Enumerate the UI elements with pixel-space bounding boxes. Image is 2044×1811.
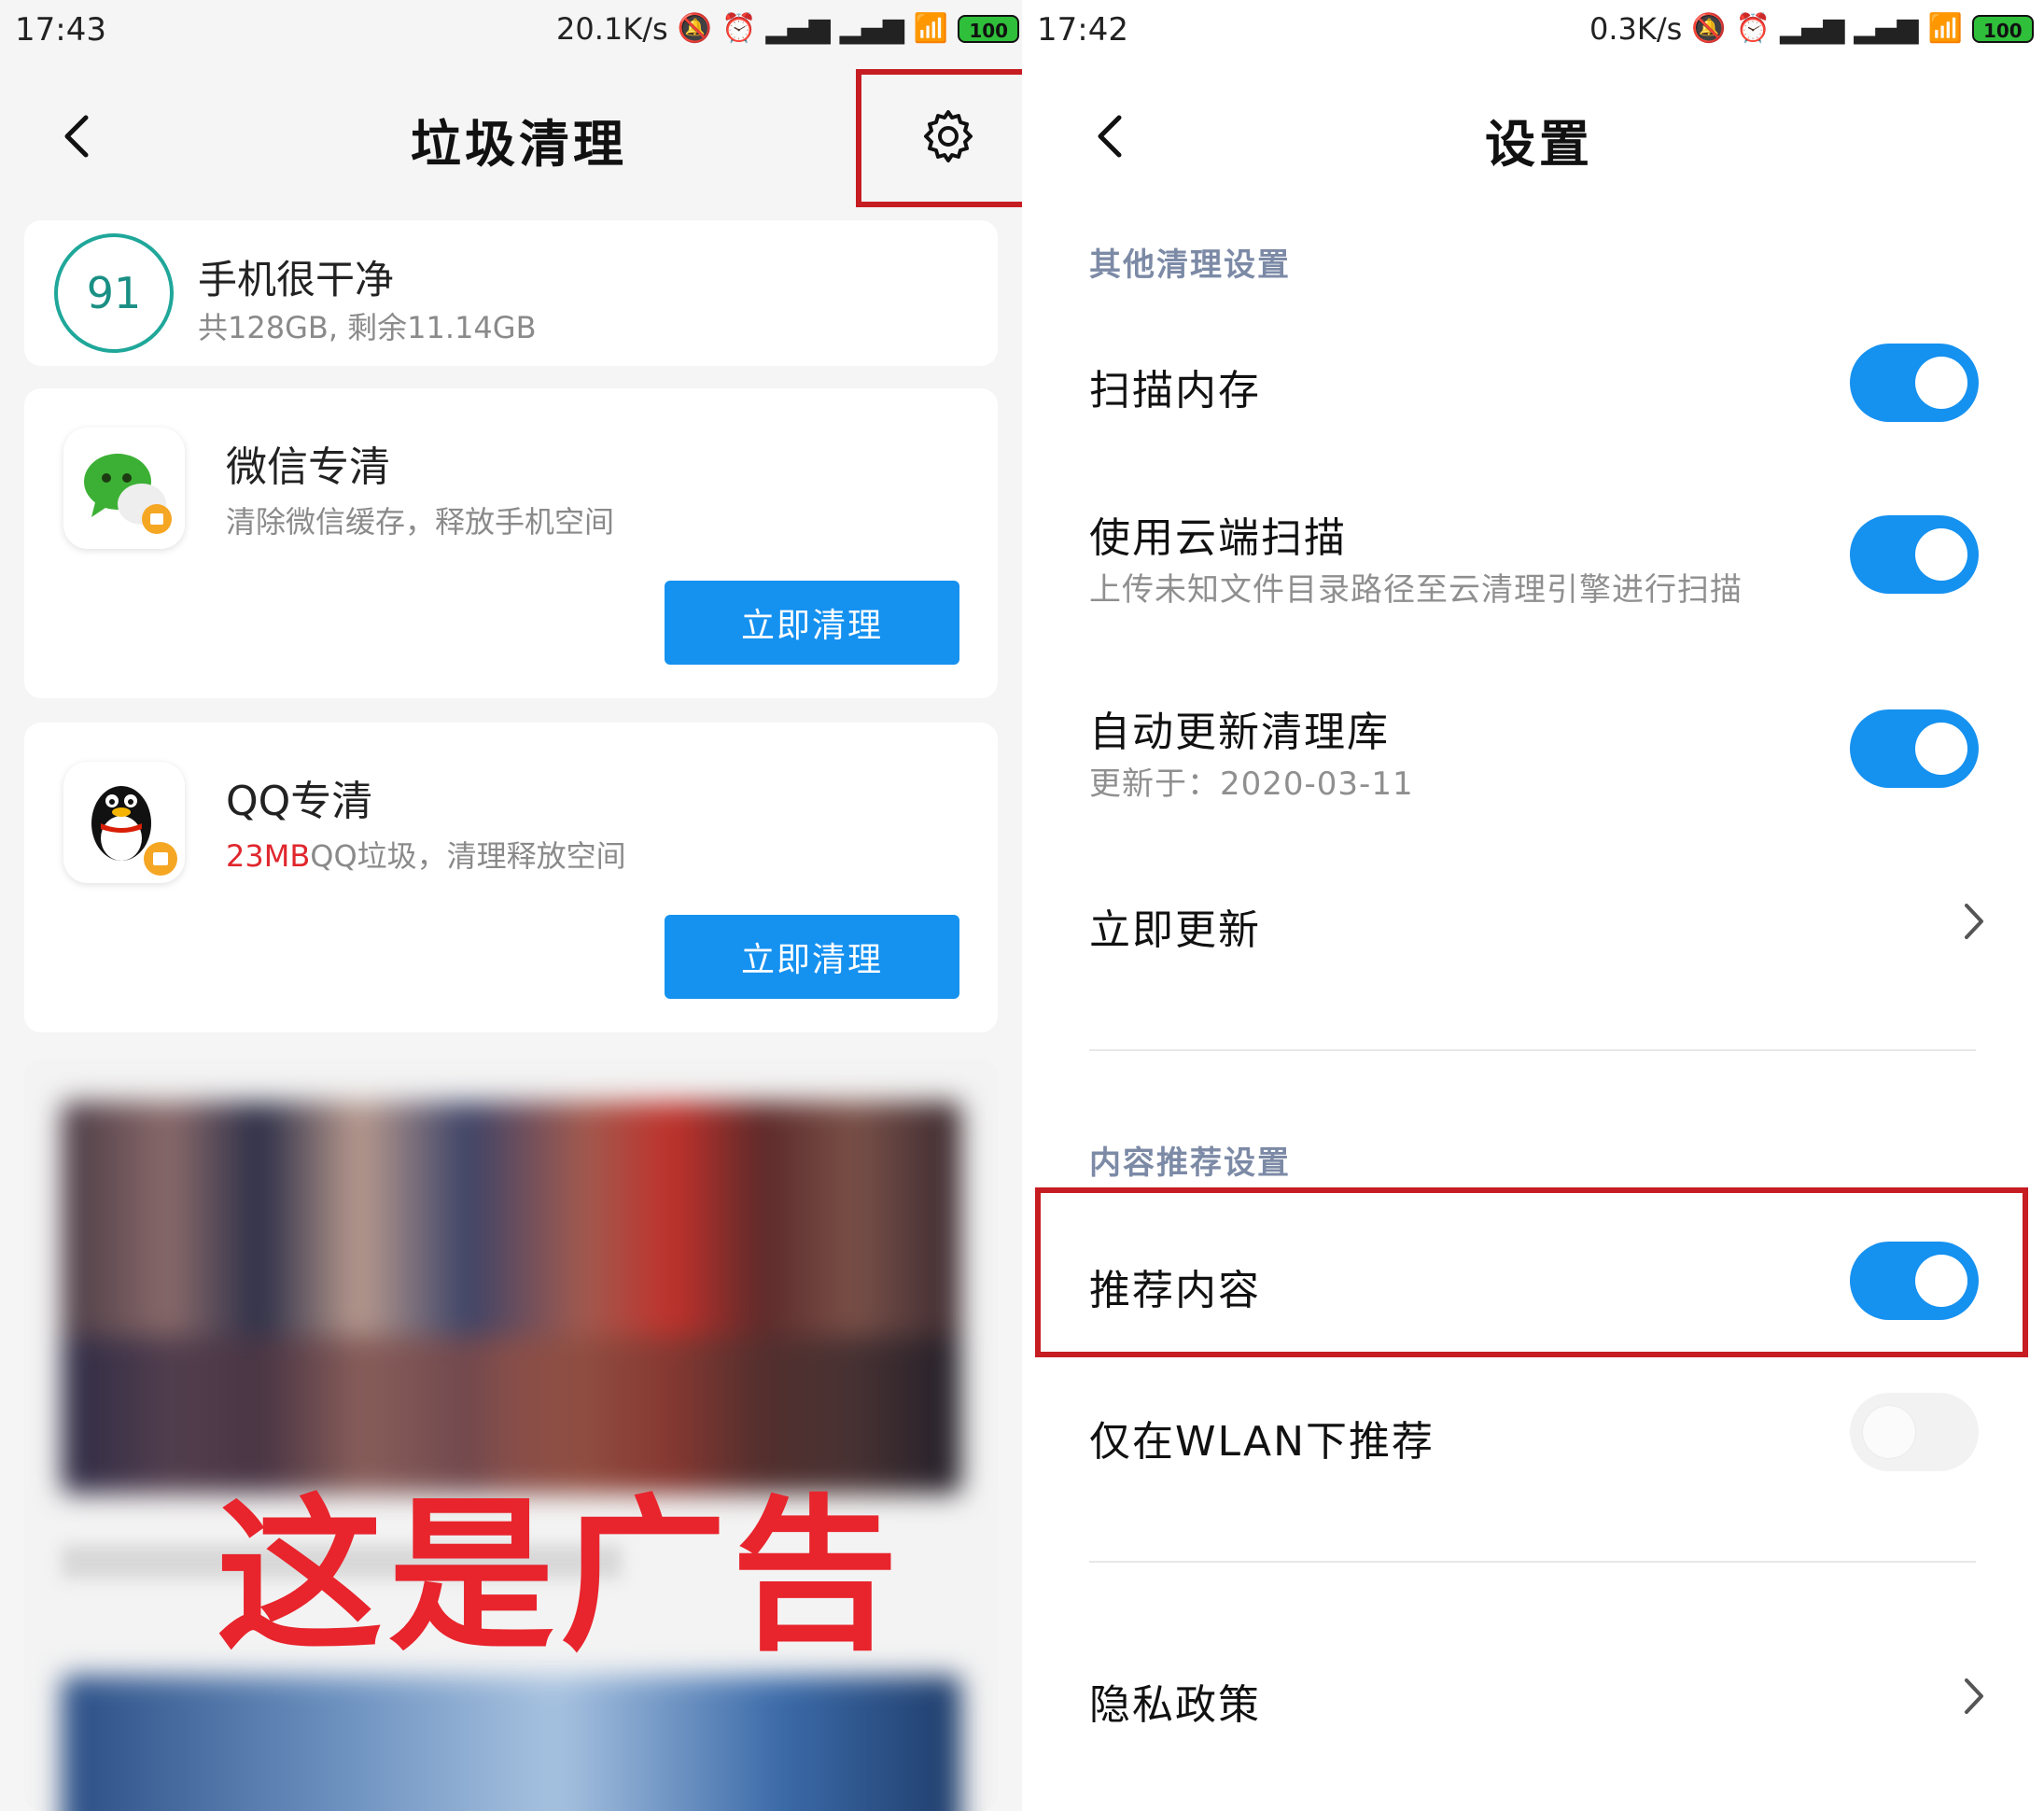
mute-icon: 🔕 — [677, 12, 713, 45]
status-bar: 17:43 20.1K/s 🔕 ⏰ ▂▄▆ ▂▄▆ 📶 100 ⚡ — [0, 0, 1022, 65]
qq-card-title: QQ专清 — [226, 778, 373, 825]
status-icons: 0.3K/s 🔕 ⏰ ▂▄▆ ▂▄▆ 📶 100 ⚡ — [1589, 11, 2044, 47]
setting-title: 隐私政策 — [1089, 1681, 1261, 1729]
qq-junk-size: 23MB — [226, 838, 311, 874]
wechat-clean-card: 微信专清 清除微信缓存，释放手机空间 立即清理 — [24, 388, 998, 698]
battery-icon: 100 — [958, 15, 1020, 43]
junk-cleanup-screen: 17:43 20.1K/s 🔕 ⏰ ▂▄▆ ▂▄▆ 📶 100 ⚡ 垃圾清理 9… — [0, 0, 1022, 1811]
wifi-icon: 📶 — [1927, 12, 1963, 45]
storage-title: 手机很干净 — [198, 257, 395, 302]
scan-memory-toggle[interactable] — [1850, 344, 1979, 422]
status-bar: 17:42 0.3K/s 🔕 ⏰ ▂▄▆ ▂▄▆ 📶 100 ⚡ — [1022, 0, 2044, 65]
wechat-card-desc: 清除微信缓存，释放手机空间 — [226, 504, 615, 540]
wechat-icon — [63, 428, 185, 549]
storage-card: 91 手机很干净 共128GB, 剩余11.14GB — [24, 220, 998, 366]
setting-subtitle: 上传未知文件目录路径至云清理引擎进行扫描 — [1089, 571, 1743, 609]
signal-icon: ▂▄▆ — [765, 12, 831, 45]
divider — [1089, 1049, 1976, 1051]
signal-icon: ▂▄▆ — [839, 12, 904, 45]
chevron-right-icon — [1965, 1678, 1983, 1714]
wechat-card-title: 微信专清 — [226, 443, 390, 491]
net-speed: 20.1K/s — [556, 11, 668, 47]
signal-icon: ▂▄▆ — [1780, 12, 1845, 45]
setting-title: 扫描内存 — [1089, 367, 1261, 414]
setting-subtitle: 更新于：2020-03-11 — [1089, 765, 1414, 803]
chevron-right-icon — [1965, 904, 1983, 939]
status-icons: 20.1K/s 🔕 ⏰ ▂▄▆ ▂▄▆ 📶 100 ⚡ — [556, 11, 1022, 47]
qq-card-desc: 23MBQQ垃圾，清理释放空间 — [226, 833, 626, 876]
battery-icon: 100 — [1971, 15, 2034, 43]
section-header-other-clean: 其他清理设置 — [1089, 246, 1291, 284]
recommend-highlight-box — [1035, 1187, 2028, 1357]
divider — [1089, 1561, 1976, 1563]
settings-highlight-box — [856, 69, 1022, 207]
storage-score: 91 — [86, 268, 142, 318]
ad-feed[interactable] — [24, 1060, 998, 1811]
storage-subtitle: 共128GB, 剩余11.14GB — [198, 310, 537, 345]
setting-title: 立即更新 — [1089, 906, 1261, 954]
back-icon[interactable] — [52, 110, 105, 162]
setting-title: 使用云端扫描 — [1089, 514, 1347, 562]
ad-image[interactable] — [62, 1102, 961, 1494]
page-title: 垃圾清理 — [411, 115, 627, 174]
mute-icon: 🔕 — [1691, 12, 1727, 45]
status-time: 17:42 — [1037, 11, 1128, 49]
ad-image-second[interactable] — [62, 1676, 961, 1811]
net-speed: 0.3K/s — [1589, 11, 1683, 47]
storage-score-ring: 91 — [54, 233, 174, 353]
ad-annotation-label: 这是广告 — [217, 1480, 903, 1673]
cloud-scan-toggle[interactable] — [1850, 515, 1979, 594]
qq-card-desc-text: QQ垃圾，清理释放空间 — [310, 838, 626, 874]
qq-clean-button[interactable]: 立即清理 — [665, 915, 959, 999]
qq-icon — [63, 762, 185, 883]
qq-clean-card: QQ专清 23MBQQ垃圾，清理释放空间 立即清理 — [24, 723, 998, 1032]
wechat-clean-button[interactable]: 立即清理 — [665, 581, 959, 665]
signal-icon: ▂▄▆ — [1854, 12, 1919, 45]
back-icon[interactable] — [1085, 110, 1138, 162]
alarm-icon: ⏰ — [721, 12, 757, 45]
wifi-icon: 📶 — [913, 12, 949, 45]
section-header-content-recommend: 内容推荐设置 — [1089, 1144, 1291, 1182]
page-title: 设置 — [1485, 115, 1593, 174]
status-time: 17:43 — [15, 11, 106, 49]
nav-bar: 设置 — [1022, 65, 2044, 205]
cleanup-settings-screen: 17:42 0.3K/s 🔕 ⏰ ▂▄▆ ▂▄▆ 📶 100 ⚡ 设置 其他清理… — [1022, 0, 2044, 1811]
alarm-icon: ⏰ — [1735, 12, 1771, 45]
wlan-only-toggle[interactable] — [1850, 1393, 1979, 1471]
auto-update-toggle[interactable] — [1850, 709, 1979, 788]
setting-title: 仅在WLAN下推荐 — [1089, 1418, 1435, 1466]
setting-title: 自动更新清理库 — [1089, 709, 1390, 756]
